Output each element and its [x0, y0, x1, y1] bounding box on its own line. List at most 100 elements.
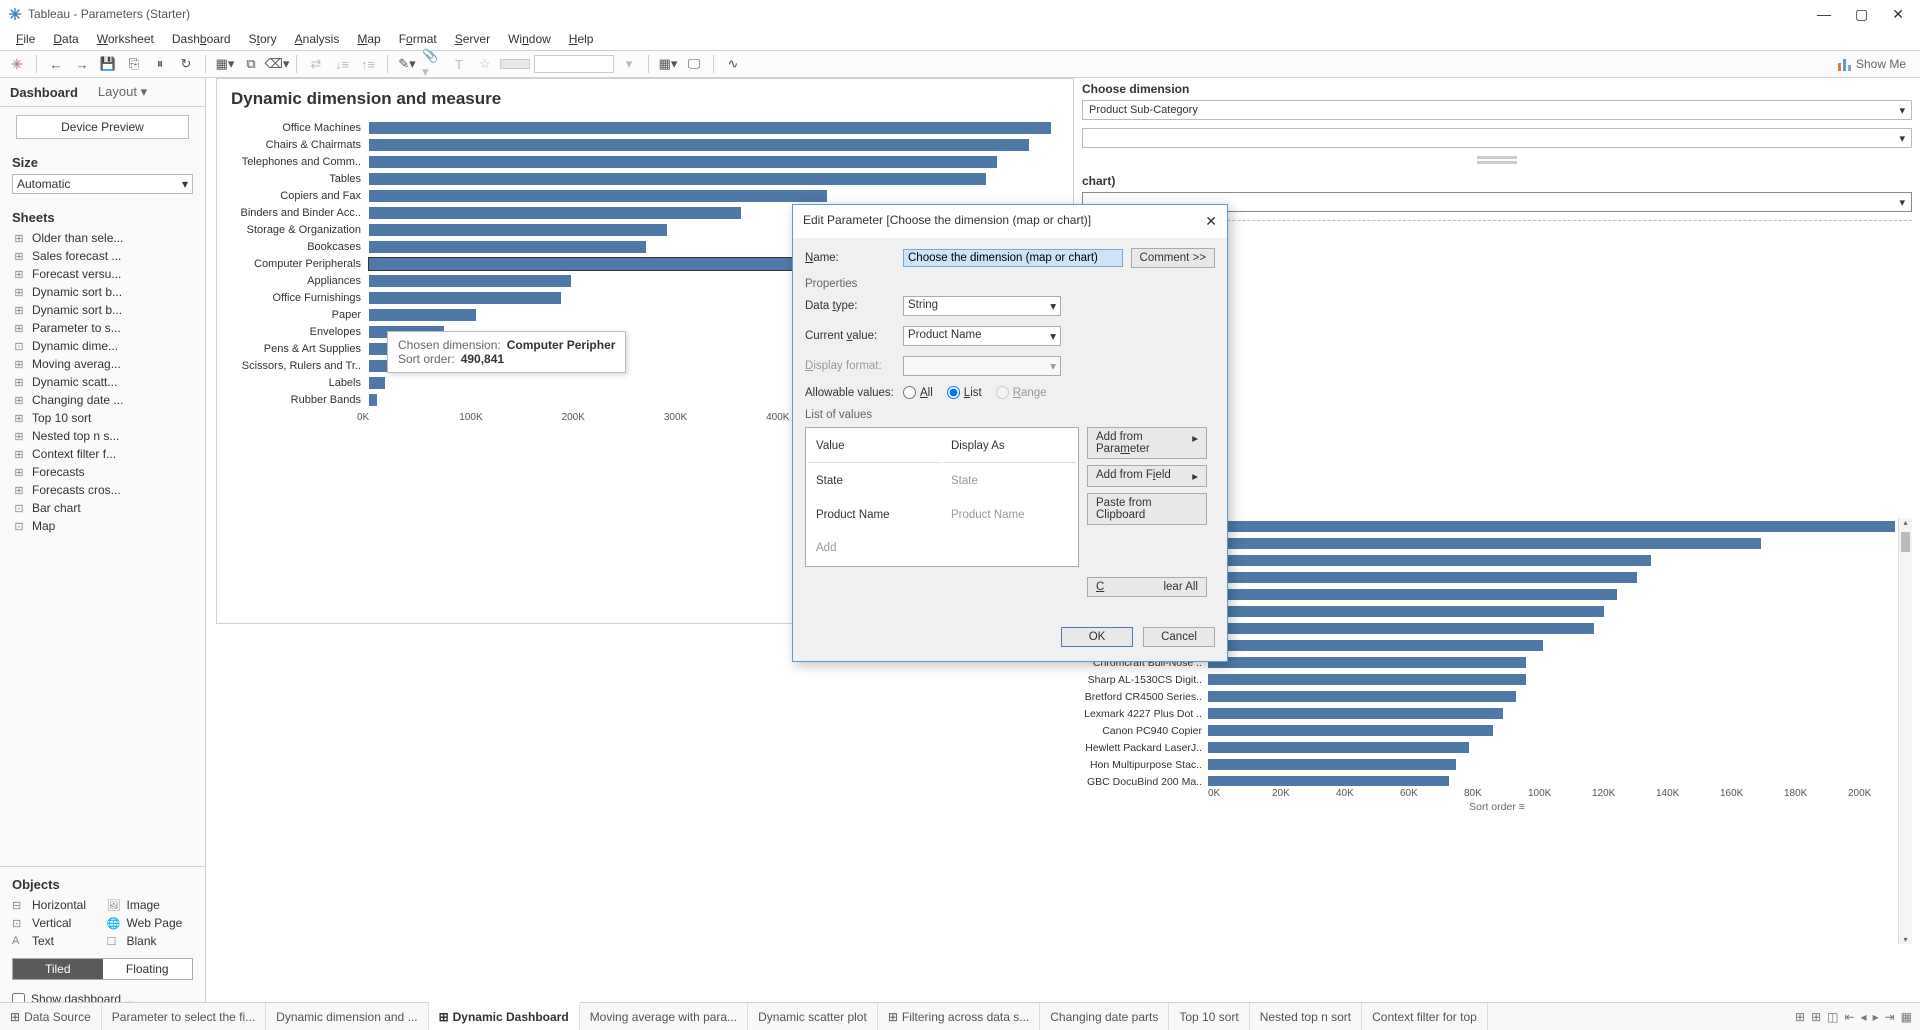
scrollbar[interactable]: ▴ ▾: [1898, 518, 1912, 944]
sort-desc-icon[interactable]: ↑≡: [357, 53, 379, 75]
bar-row[interactable]: Canon PC940 Copier: [1082, 722, 1912, 739]
scroll-down-icon[interactable]: ▾: [1899, 935, 1912, 944]
device-preview-button[interactable]: Device Preview: [16, 115, 189, 139]
list-of-values-table[interactable]: ValueDisplay As StateState Product NameP…: [805, 427, 1079, 567]
sheet-item[interactable]: ⊞Forecasts cros...: [0, 481, 205, 499]
show-cards-icon[interactable]: ▦▾: [657, 53, 679, 75]
drag-handle[interactable]: [1477, 156, 1517, 164]
color-swatch[interactable]: [500, 59, 530, 69]
tab-dynamic-scatter[interactable]: Dynamic scatter plot: [748, 1003, 878, 1030]
highlight-icon[interactable]: ✎▾: [396, 53, 418, 75]
maximize-button[interactable]: ▢: [1855, 6, 1868, 23]
last-tab-icon[interactable]: ⇥: [1885, 1010, 1895, 1024]
undo-icon[interactable]: ←: [45, 53, 67, 75]
menu-data[interactable]: Data: [45, 30, 86, 48]
tab-parameter-select[interactable]: Parameter to select the fi...: [102, 1003, 266, 1030]
tab-dynamic-dimension[interactable]: Dynamic dimension and ...: [266, 1003, 428, 1030]
clear-icon[interactable]: ⌫▾: [266, 53, 288, 75]
sheet-item[interactable]: ⊡Dynamic dime...: [0, 337, 205, 355]
sheet-item[interactable]: ⊞Context filter f...: [0, 445, 205, 463]
bar-row[interactable]: Lexmark 4227 Plus Dot ..: [1082, 705, 1912, 722]
menu-analysis[interactable]: Analysis: [287, 30, 348, 48]
bar-row[interactable]: Telephones and Comm..: [229, 153, 1061, 170]
sheet-item[interactable]: ⊞Moving averag...: [0, 355, 205, 373]
tableau-logo-icon[interactable]: [6, 53, 28, 75]
redo-icon[interactable]: →: [71, 53, 93, 75]
object-horizontal[interactable]: ⊟Horizontal: [12, 898, 99, 912]
sheet-item[interactable]: ⊞Forecasts: [0, 463, 205, 481]
menu-format[interactable]: Format: [391, 30, 445, 48]
presentation-icon[interactable]: 🖵: [683, 53, 705, 75]
radio-range[interactable]: Range: [996, 386, 1047, 399]
menu-map[interactable]: Map: [349, 30, 388, 48]
menu-window[interactable]: Window: [500, 30, 559, 48]
tab-moving-average[interactable]: Moving average with para...: [580, 1003, 748, 1030]
tab-nested-topn[interactable]: Nested top n sort: [1250, 1003, 1362, 1030]
bar-row[interactable]: Office Machines: [229, 119, 1061, 136]
sheet-item[interactable]: ⊞Parameter to s...: [0, 319, 205, 337]
menu-story[interactable]: Story: [241, 30, 285, 48]
bar-row[interactable]: Hon Multipurpose Stac..: [1082, 756, 1912, 773]
bar-row[interactable]: Chairs & Chairmats: [229, 136, 1061, 153]
save-icon[interactable]: 💾: [97, 53, 119, 75]
object-image[interactable]: 🖼Image: [107, 898, 194, 912]
prev-tab-icon[interactable]: ◂: [1861, 1010, 1867, 1024]
menu-file[interactable]: File: [8, 30, 43, 48]
sheet-item[interactable]: ⊞Changing date ...: [0, 391, 205, 409]
sheet-item[interactable]: ⊞Dynamic sort b...: [0, 283, 205, 301]
duplicate-icon[interactable]: ⧉: [240, 53, 262, 75]
radio-all[interactable]: All: [903, 386, 933, 399]
tab-data-source[interactable]: ⊞Data Source: [0, 1003, 102, 1030]
scroll-up-icon[interactable]: ▴: [1899, 518, 1912, 527]
tab-dashboard[interactable]: Dashboard: [0, 79, 88, 106]
menu-help[interactable]: Help: [561, 30, 602, 48]
tab-top10[interactable]: Top 10 sort: [1169, 1003, 1249, 1030]
ok-button[interactable]: OK: [1061, 627, 1133, 647]
new-dashboard-icon[interactable]: ⊞: [1811, 1010, 1821, 1024]
current-value-select[interactable]: Product Name▾: [903, 326, 1061, 346]
datatype-select[interactable]: String▾: [903, 296, 1061, 316]
bar-row[interactable]: Tables: [229, 170, 1061, 187]
new-worksheet-icon[interactable]: ⊞: [1795, 1010, 1805, 1024]
swap-icon[interactable]: ⇄: [305, 53, 327, 75]
close-button[interactable]: ✕: [1892, 6, 1904, 23]
tab-context-filter[interactable]: Context filter for top: [1362, 1003, 1488, 1030]
fit-selector[interactable]: [534, 55, 614, 73]
sheet-item[interactable]: ⊡Bar chart: [0, 499, 205, 517]
param-select-2[interactable]: ▾: [1082, 128, 1912, 148]
pause-icon[interactable]: ⏸: [149, 53, 171, 75]
paste-from-clipboard-button[interactable]: Paste from Clipboard: [1087, 493, 1207, 525]
bar-row[interactable]: Bretford CR4500 Series..: [1082, 688, 1912, 705]
tab-changing-date[interactable]: Changing date parts: [1040, 1003, 1169, 1030]
add-from-field-button[interactable]: Add from Field▸: [1087, 465, 1207, 487]
next-tab-icon[interactable]: ▸: [1873, 1010, 1879, 1024]
menu-server[interactable]: Server: [447, 30, 498, 48]
object-text[interactable]: AText: [12, 934, 99, 948]
bar-row[interactable]: GBC DocuBind 200 Ma..: [1082, 773, 1912, 786]
choose-dimension-select[interactable]: Product Sub-Category▾: [1082, 100, 1912, 120]
sheet-item[interactable]: ⊞Dynamic sort b...: [0, 301, 205, 319]
menu-worksheet[interactable]: Worksheet: [89, 30, 162, 48]
bar-row[interactable]: Hewlett Packard LaserJ..: [1082, 739, 1912, 756]
sheet-item[interactable]: ⊞Top 10 sort: [0, 409, 205, 427]
cancel-button[interactable]: Cancel: [1143, 627, 1215, 647]
new-datasource-icon[interactable]: ⎘: [123, 53, 145, 75]
share-icon[interactable]: ∿: [722, 53, 744, 75]
tab-dynamic-dashboard[interactable]: ⊞Dynamic Dashboard: [429, 1002, 580, 1030]
object-vertical[interactable]: ⊡Vertical: [12, 916, 99, 930]
sheet-item[interactable]: ⊞Older than sele...: [0, 229, 205, 247]
refresh-icon[interactable]: ↻: [175, 53, 197, 75]
tiled-toggle[interactable]: Tiled: [13, 959, 103, 979]
menu-dashboard[interactable]: Dashboard: [164, 30, 239, 48]
sheet-item[interactable]: ⊞Dynamic scatt...: [0, 373, 205, 391]
bar-row[interactable]: Sharp AL-1530CS Digit..: [1082, 671, 1912, 688]
sort-asc-icon[interactable]: ↓≡: [331, 53, 353, 75]
object-web-page[interactable]: 🌐Web Page: [107, 916, 194, 930]
tab-layout[interactable]: Layout ▾: [88, 78, 157, 106]
comment-button[interactable]: Comment >>: [1131, 248, 1215, 268]
new-sheet-icon[interactable]: ▦▾: [214, 53, 236, 75]
sheet-item[interactable]: ⊞Sales forecast ...: [0, 247, 205, 265]
show-filmstrip-icon[interactable]: ▦: [1901, 1010, 1912, 1024]
floating-toggle[interactable]: Floating: [103, 959, 193, 979]
add-from-parameter-button[interactable]: Add from Parameter▸: [1087, 427, 1207, 459]
